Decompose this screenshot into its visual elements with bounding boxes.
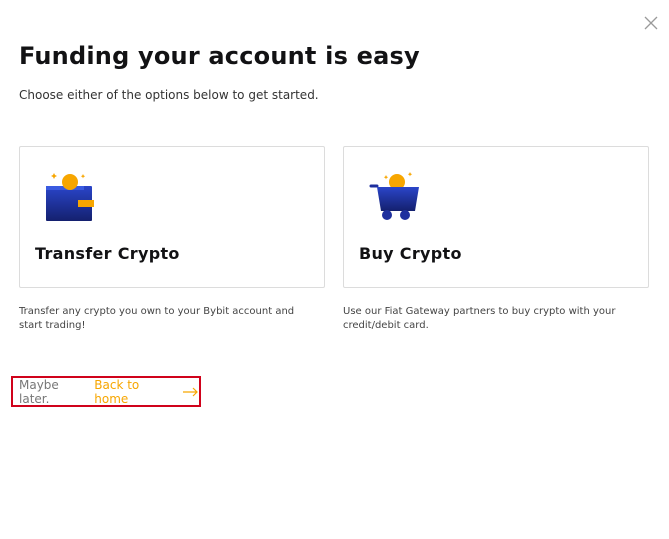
shopping-cart-icon	[369, 172, 419, 220]
close-icon	[644, 16, 658, 30]
buy-crypto-card[interactable]: Buy Crypto	[343, 146, 649, 288]
modal-title: Funding your account is easy	[19, 42, 420, 70]
maybe-later-row: Maybe later. Back to home	[11, 376, 201, 407]
wallet-icon	[46, 173, 94, 221]
close-button[interactable]	[643, 15, 659, 31]
buy-crypto-label: Buy Crypto	[359, 244, 462, 263]
back-to-home-link[interactable]: Back to home	[94, 378, 174, 406]
transfer-crypto-description: Transfer any crypto you own to your Bybi…	[19, 306, 295, 331]
modal-subtitle: Choose either of the options below to ge…	[19, 88, 319, 102]
maybe-later-text: Maybe later.	[19, 377, 59, 406]
buy-crypto-description: Use our Fiat Gateway partners to buy cry…	[343, 306, 616, 331]
arrow-right-icon[interactable]	[183, 387, 199, 397]
transfer-crypto-label: Transfer Crypto	[35, 244, 180, 263]
transfer-crypto-card[interactable]: Transfer Crypto	[19, 146, 325, 288]
